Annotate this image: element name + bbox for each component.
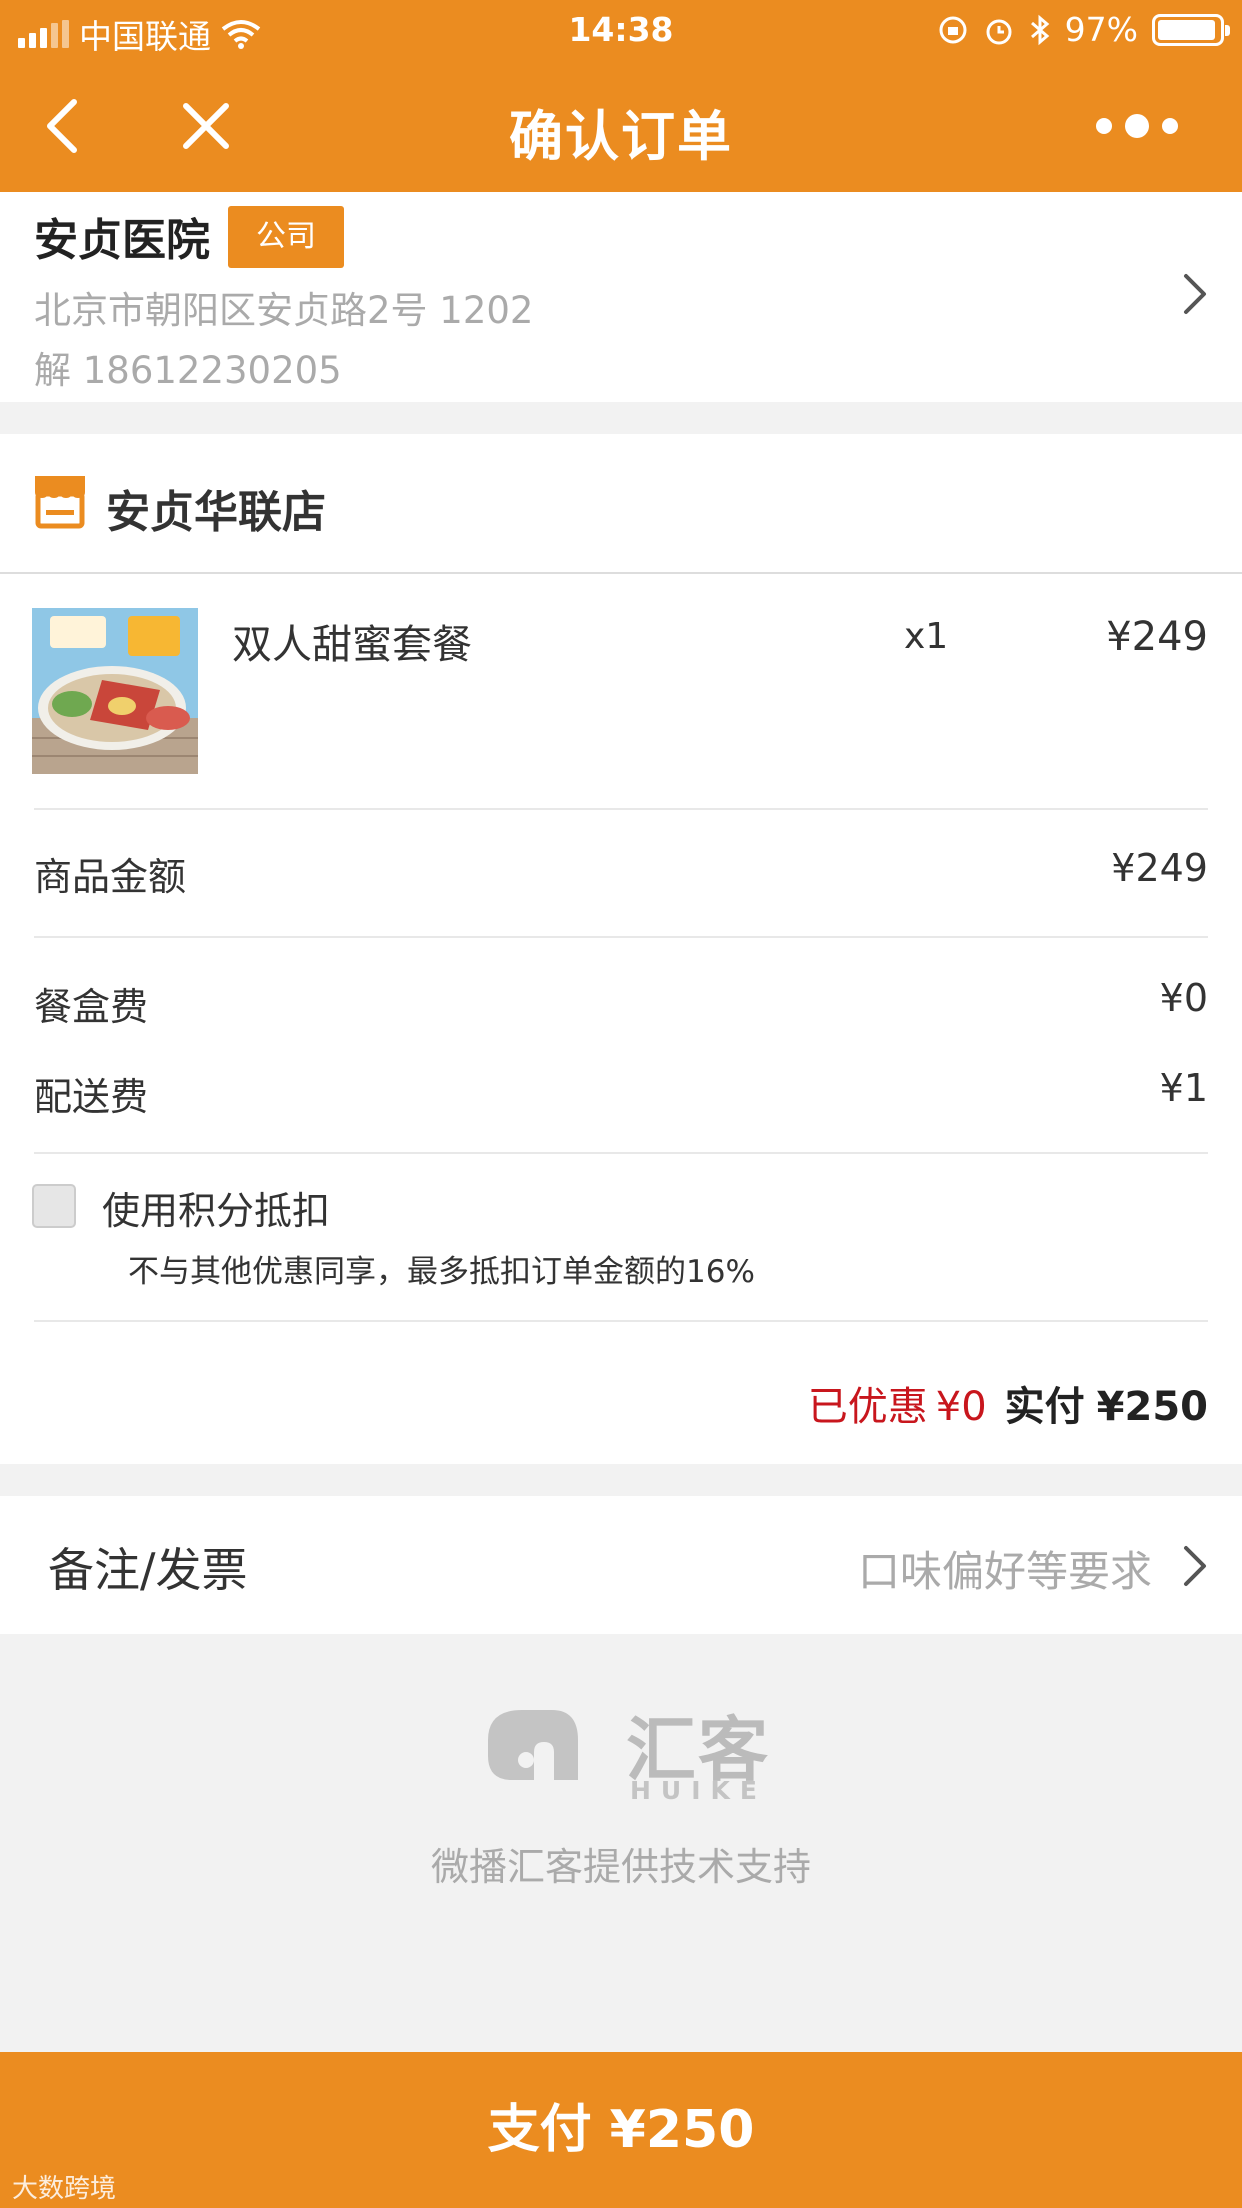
battery-percent: 97% xyxy=(1064,10,1138,49)
address-tag: 公司 xyxy=(228,206,344,268)
discount-label: 已优惠 xyxy=(807,1384,928,1430)
page-title: 确认订单 xyxy=(509,105,733,168)
pay-button[interactable]: 支付 ¥250 xyxy=(0,2052,1242,2208)
watermark: 大数跨境 xyxy=(12,2174,117,2204)
order-total: 已优惠 ¥0 实付 ¥250 xyxy=(808,1374,1208,1432)
delivery-fee-label: 配送费 xyxy=(34,1075,149,1119)
divider xyxy=(34,1320,1208,1322)
paid-value: ¥250 xyxy=(1096,1384,1208,1430)
divider xyxy=(34,808,1208,810)
pay-button-label: 支付 ¥250 xyxy=(487,2100,755,2160)
store-card: 安贞华联店 双人甜蜜套餐 x1 ¥249 商品金额 ¥249 餐盒费 ¥0 配送… xyxy=(0,434,1242,1464)
chevron-right-icon xyxy=(1184,1546,1206,1586)
notes-invoice-row[interactable]: 备注/发票 口味偏好等要求 xyxy=(0,1496,1242,1634)
notes-placeholder: 口味偏好等要求 xyxy=(857,1547,1152,1596)
rotation-lock-icon xyxy=(939,16,967,43)
subtotal-value: ¥249 xyxy=(1111,846,1208,890)
box-fee-value: ¥0 xyxy=(1159,976,1208,1020)
store-header: 安贞华联店 xyxy=(0,434,1242,574)
box-fee-label: 餐盒费 xyxy=(34,985,149,1029)
address-line: 北京市朝阳区安贞路2号 1202 xyxy=(34,289,534,332)
divider xyxy=(34,936,1208,938)
points-label[interactable]: 使用积分抵扣 xyxy=(102,1180,330,1235)
bluetooth-icon xyxy=(1030,14,1049,45)
divider xyxy=(34,1152,1208,1154)
address-contact: 解 18612230205 xyxy=(34,349,342,392)
discount-value: ¥0 xyxy=(935,1384,987,1430)
chevron-right-icon xyxy=(1184,274,1206,314)
item-name: 双人甜蜜套餐 xyxy=(232,622,472,668)
notes-label: 备注/发票 xyxy=(48,1543,248,1597)
delivery-address[interactable]: 安贞医院 公司 北京市朝阳区安贞路2号 1202 解 18612230205 xyxy=(0,192,1242,402)
subtotal-label: 商品金额 xyxy=(34,855,187,899)
points-note: 不与其他优惠同享，最多抵扣订单金额的16% xyxy=(128,1254,755,1290)
points-checkbox[interactable] xyxy=(32,1184,76,1228)
item-quantity: x1 xyxy=(904,616,949,657)
product-image xyxy=(32,608,198,774)
store-name: 安贞华联店 xyxy=(106,487,326,538)
nav-bar: 确认订单 xyxy=(0,78,1242,178)
order-item: 双人甜蜜套餐 x1 ¥249 xyxy=(0,574,1242,808)
more-dots-icon[interactable] xyxy=(1082,106,1192,146)
brand-name-en: HUIKE xyxy=(630,1776,767,1805)
header: 中国联通 14:38 97% 确认订单 xyxy=(0,0,1242,192)
paid-label: 实付 xyxy=(1004,1384,1085,1430)
huike-logo-icon xyxy=(488,1710,578,1780)
delivery-fee-value: ¥1 xyxy=(1159,1066,1208,1110)
status-bar: 中国联通 14:38 97% xyxy=(0,0,1242,62)
battery-icon xyxy=(1152,13,1230,46)
alarm-icon xyxy=(986,19,1012,44)
address-name: 安贞医院 xyxy=(34,215,210,266)
item-price: ¥249 xyxy=(1106,614,1208,660)
storefront-icon xyxy=(35,476,85,529)
powered-by: 微播汇客提供技术支持 xyxy=(430,1845,811,1889)
